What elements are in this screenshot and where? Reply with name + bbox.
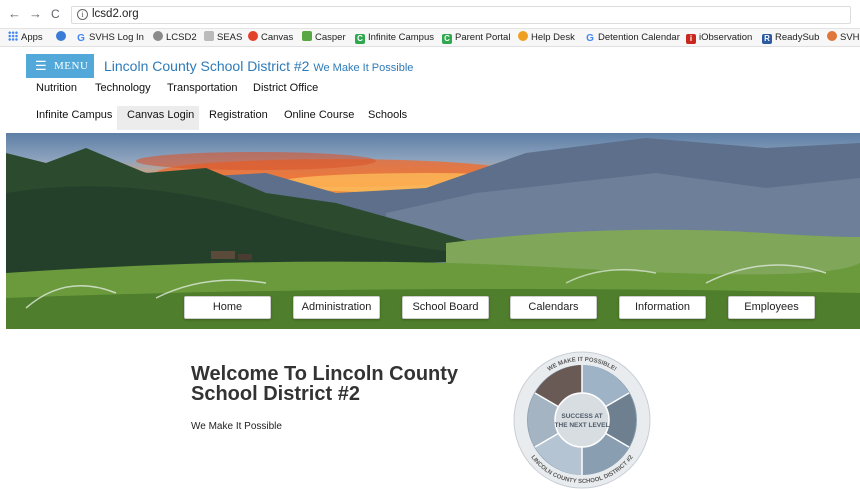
bookmark-label: Parent Portal	[455, 32, 511, 43]
bookmark-label: Casper	[315, 32, 346, 43]
bookmark-detention-calendar[interactable]: G Detention Calendar	[585, 31, 680, 44]
forward-button[interactable]: →	[29, 7, 42, 21]
svhs-icon	[827, 31, 837, 41]
iobservation-icon: i	[686, 34, 696, 44]
nav-canvas-login[interactable]: Canvas Login	[117, 106, 199, 130]
bookmark-label: iObservation	[699, 32, 753, 43]
bookmark-lcsd2[interactable]: LCSD2	[153, 31, 197, 44]
site-info-icon[interactable]: i	[77, 9, 88, 20]
bookmark-label: Infinite Campus	[368, 32, 435, 43]
bookmark-label: Help Desk	[531, 32, 575, 43]
browser-toolbar: ← → C i lcsd2.org	[0, 0, 860, 29]
blue-globe-icon	[56, 31, 66, 41]
employees-button[interactable]: Employees	[728, 296, 815, 319]
bookmark-canvas[interactable]: Canvas	[248, 31, 293, 44]
bookmark-iobservation[interactable]: i iObservation	[686, 31, 752, 44]
seas-icon	[204, 31, 214, 41]
welcome-heading: Welcome To Lincoln County School Distric…	[191, 363, 459, 405]
bookmark-label: Apps	[21, 32, 43, 43]
welcome-subtitle: We Make It Possible	[191, 421, 282, 432]
seal-center-text-1: SUCCESS AT	[561, 413, 602, 420]
school-board-button[interactable]: School Board	[402, 296, 489, 319]
parent-portal-icon: C	[442, 34, 452, 44]
canvas-icon	[248, 31, 258, 41]
nav-transportation[interactable]: Transportation	[167, 82, 238, 94]
bookmark-label: ReadySub	[775, 32, 820, 43]
nav-nutrition[interactable]: Nutrition	[36, 82, 77, 94]
nav-registration[interactable]: Registration	[209, 106, 268, 130]
bookmark-label: LCSD2	[166, 32, 197, 43]
apps-grid-icon	[8, 31, 18, 41]
menu-button[interactable]: ☰ MENU	[26, 54, 94, 78]
bookmark-help-desk[interactable]: Help Desk	[518, 31, 575, 44]
menu-label: MENU	[54, 60, 89, 72]
google-icon: G	[586, 33, 594, 44]
seal-center-text-2: THE NEXT LEVEL	[555, 422, 610, 429]
district-seal-logo: SUCCESS AT THE NEXT LEVEL WE MAKE IT POS…	[513, 351, 651, 489]
bookmark-apps[interactable]: Apps	[8, 31, 43, 44]
readysub-icon: R	[762, 34, 772, 44]
bookmark-parent-portal[interactable]: C Parent Portal	[442, 31, 510, 44]
bookmark-readysub[interactable]: R ReadySub	[762, 31, 819, 44]
bookmark-seas[interactable]: SEAS	[204, 31, 242, 44]
nav-online-course[interactable]: Online Course	[284, 106, 354, 130]
bookmark-label: SVHS Log In	[89, 32, 144, 43]
bookmark-svhs-log-in[interactable]: G SVHS Log In	[76, 31, 144, 44]
nav-infinite-campus[interactable]: Infinite Campus	[36, 106, 112, 130]
bookmark-svhs[interactable]: SVHS	[827, 31, 860, 44]
nav-schools[interactable]: Schools	[368, 106, 407, 130]
address-bar[interactable]: i lcsd2.org	[71, 6, 851, 24]
lcsd2-icon	[153, 31, 163, 41]
casper-icon	[302, 31, 312, 41]
bookmark-label: Canvas	[261, 32, 294, 43]
bookmark-casper[interactable]: Casper	[302, 31, 346, 44]
bookmark-globe[interactable]	[56, 31, 69, 44]
help-desk-icon	[518, 31, 528, 41]
site-title-text: Lincoln County School District #2	[104, 58, 310, 74]
bookmark-label: Detention Calendar	[598, 32, 680, 43]
information-button[interactable]: Information	[619, 296, 706, 319]
calendars-button[interactable]: Calendars	[510, 296, 597, 319]
address-bar-url: lcsd2.org	[92, 8, 139, 20]
google-icon: G	[77, 33, 85, 44]
infinite-campus-icon: C	[355, 34, 365, 44]
back-button[interactable]: ←	[8, 7, 21, 21]
administration-button[interactable]: Administration	[293, 296, 380, 319]
site-title[interactable]: Lincoln County School District #2 We Mak…	[104, 58, 413, 74]
hamburger-icon: ☰	[35, 58, 47, 73]
home-button[interactable]: Home	[184, 296, 271, 319]
site-tagline: We Make It Possible	[313, 62, 414, 74]
nav-technology[interactable]: Technology	[95, 82, 151, 94]
reload-button[interactable]: C	[51, 7, 60, 21]
bookmark-infinite-campus[interactable]: C Infinite Campus	[355, 31, 434, 44]
bookmarks-bar: Apps G SVHS Log In LCSD2 SEAS Canvas Casp…	[0, 29, 860, 47]
bookmark-label: SEAS	[217, 32, 243, 43]
bookmark-label: SVHS	[840, 32, 860, 43]
nav-district-office[interactable]: District Office	[253, 82, 318, 94]
